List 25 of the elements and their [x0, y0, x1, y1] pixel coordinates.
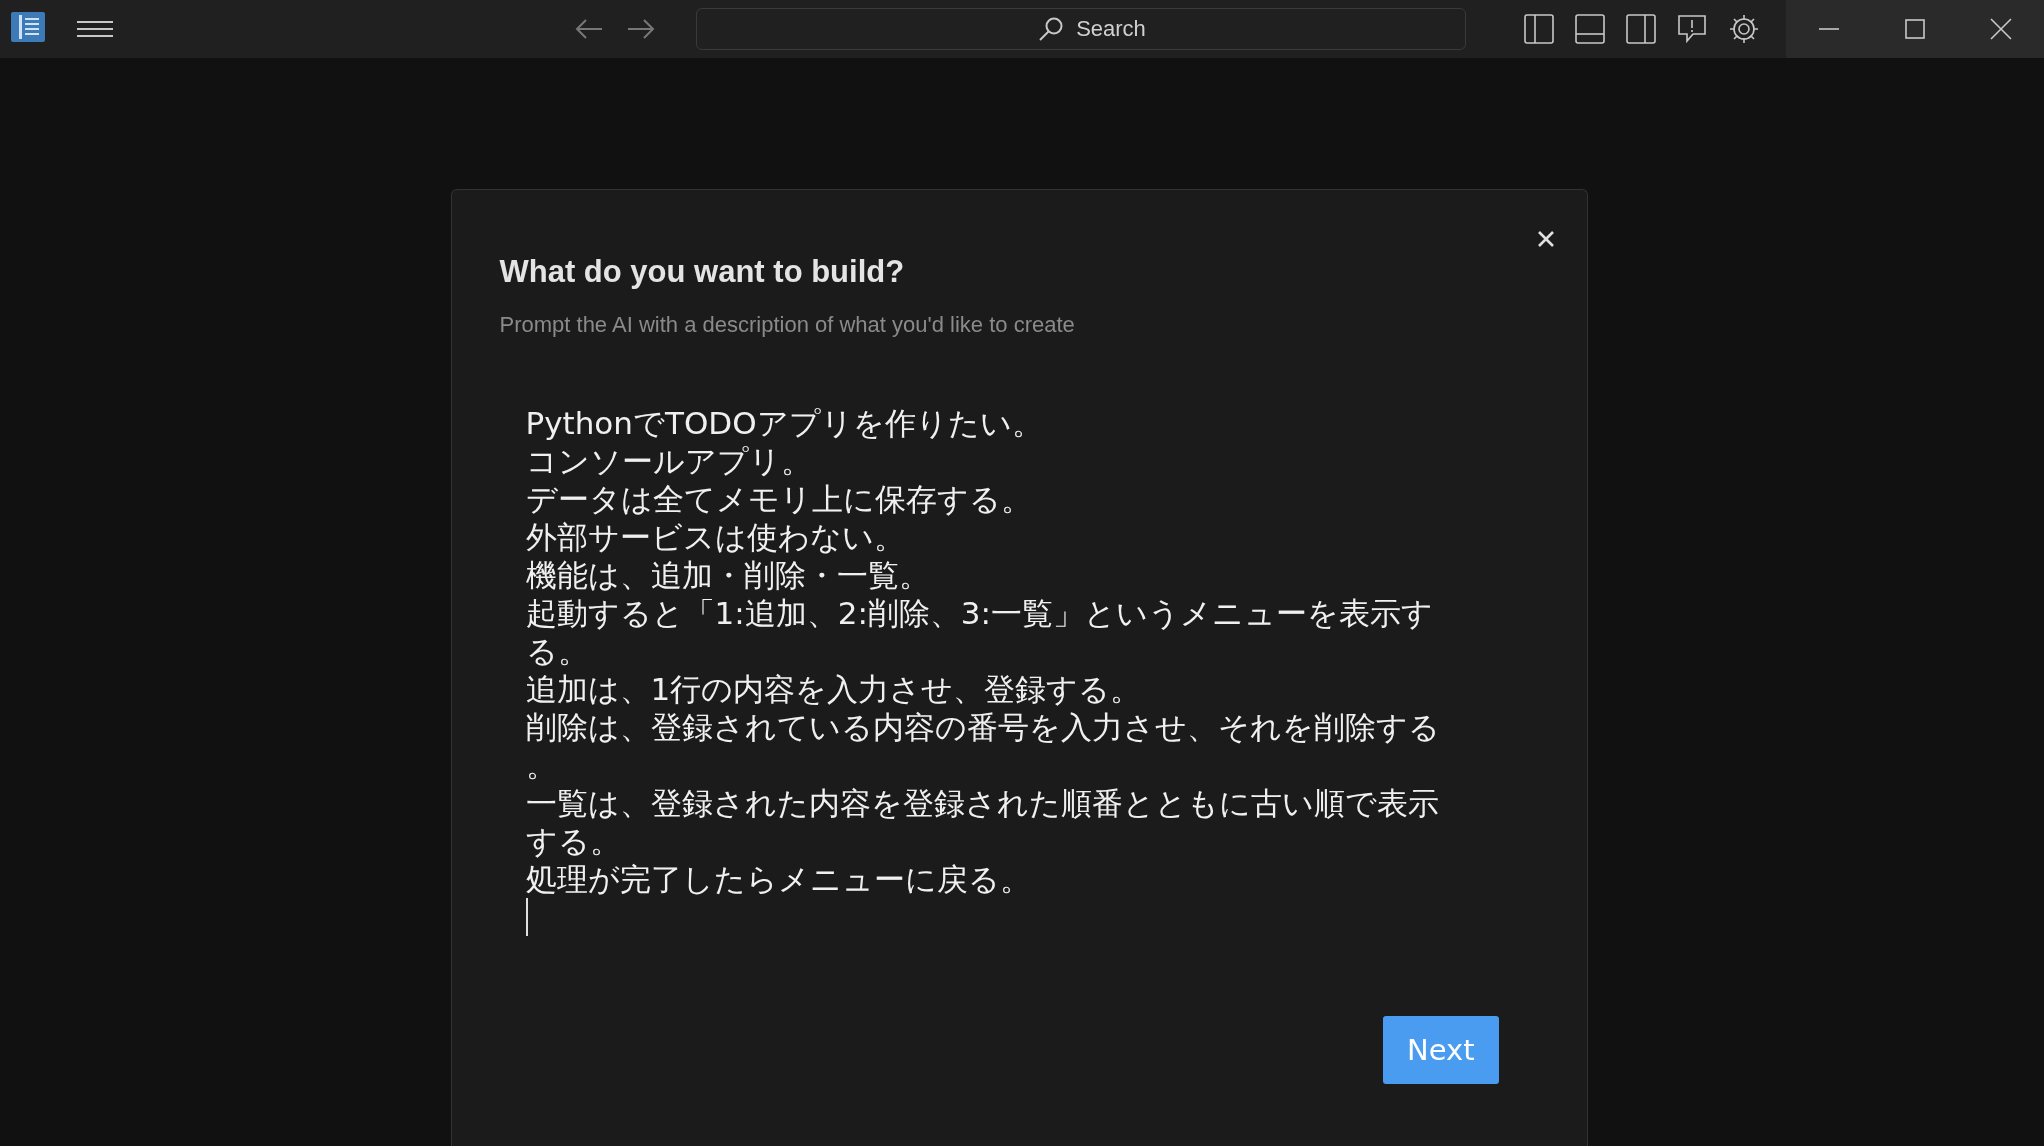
prompt-line: 処理が完了したらメニューに戻る。 — [525, 860, 1032, 898]
prompt-line: 外部サービスは使わない。 — [525, 518, 906, 556]
prompt-line: 起動すると「1:追加、2:削除、3:一覧」というメニューを表示する。 — [525, 594, 1434, 670]
text-cursor — [525, 898, 528, 936]
settings-icon[interactable] — [1728, 13, 1760, 45]
prompt-line: 機能は、追加・削除・一覧。 — [525, 556, 931, 594]
prompt-line: 一覧は、登録された内容を登録された順番とともに古い順で表示する。 — [525, 784, 1440, 860]
feedback-icon[interactable] — [1677, 14, 1707, 44]
dialog-subtitle: Prompt the AI with a description of what you'd like to create — [499, 312, 1076, 338]
right-panel-icon[interactable] — [1626, 14, 1656, 44]
next-button[interactable]: Next — [1382, 1016, 1499, 1084]
prompt-line: PythonでTODOアプリを作りたい。 — [525, 404, 1044, 442]
search-field[interactable]: Search — [696, 8, 1466, 50]
prompt-line: 追加は、1行の内容を入力させ、登録する。 — [525, 670, 1143, 708]
prompt-line: 削除は、登録されている内容の番号を入力させ、それを削除する。 — [525, 708, 1441, 784]
left-panel-icon[interactable] — [1524, 14, 1554, 44]
forward-arrow-icon[interactable] — [626, 17, 656, 41]
dialog-title: What do you want to build? — [499, 254, 906, 290]
close-icon[interactable] — [1990, 18, 2012, 40]
search-icon — [1038, 16, 1064, 42]
back-arrow-icon[interactable] — [574, 17, 604, 41]
maximize-icon[interactable] — [1904, 18, 1926, 40]
prompt-line: データは全てメモリ上に保存する。 — [525, 480, 1033, 518]
bottom-panel-icon[interactable] — [1575, 14, 1605, 44]
prompt-line: コンソールアプリ。 — [525, 442, 813, 480]
